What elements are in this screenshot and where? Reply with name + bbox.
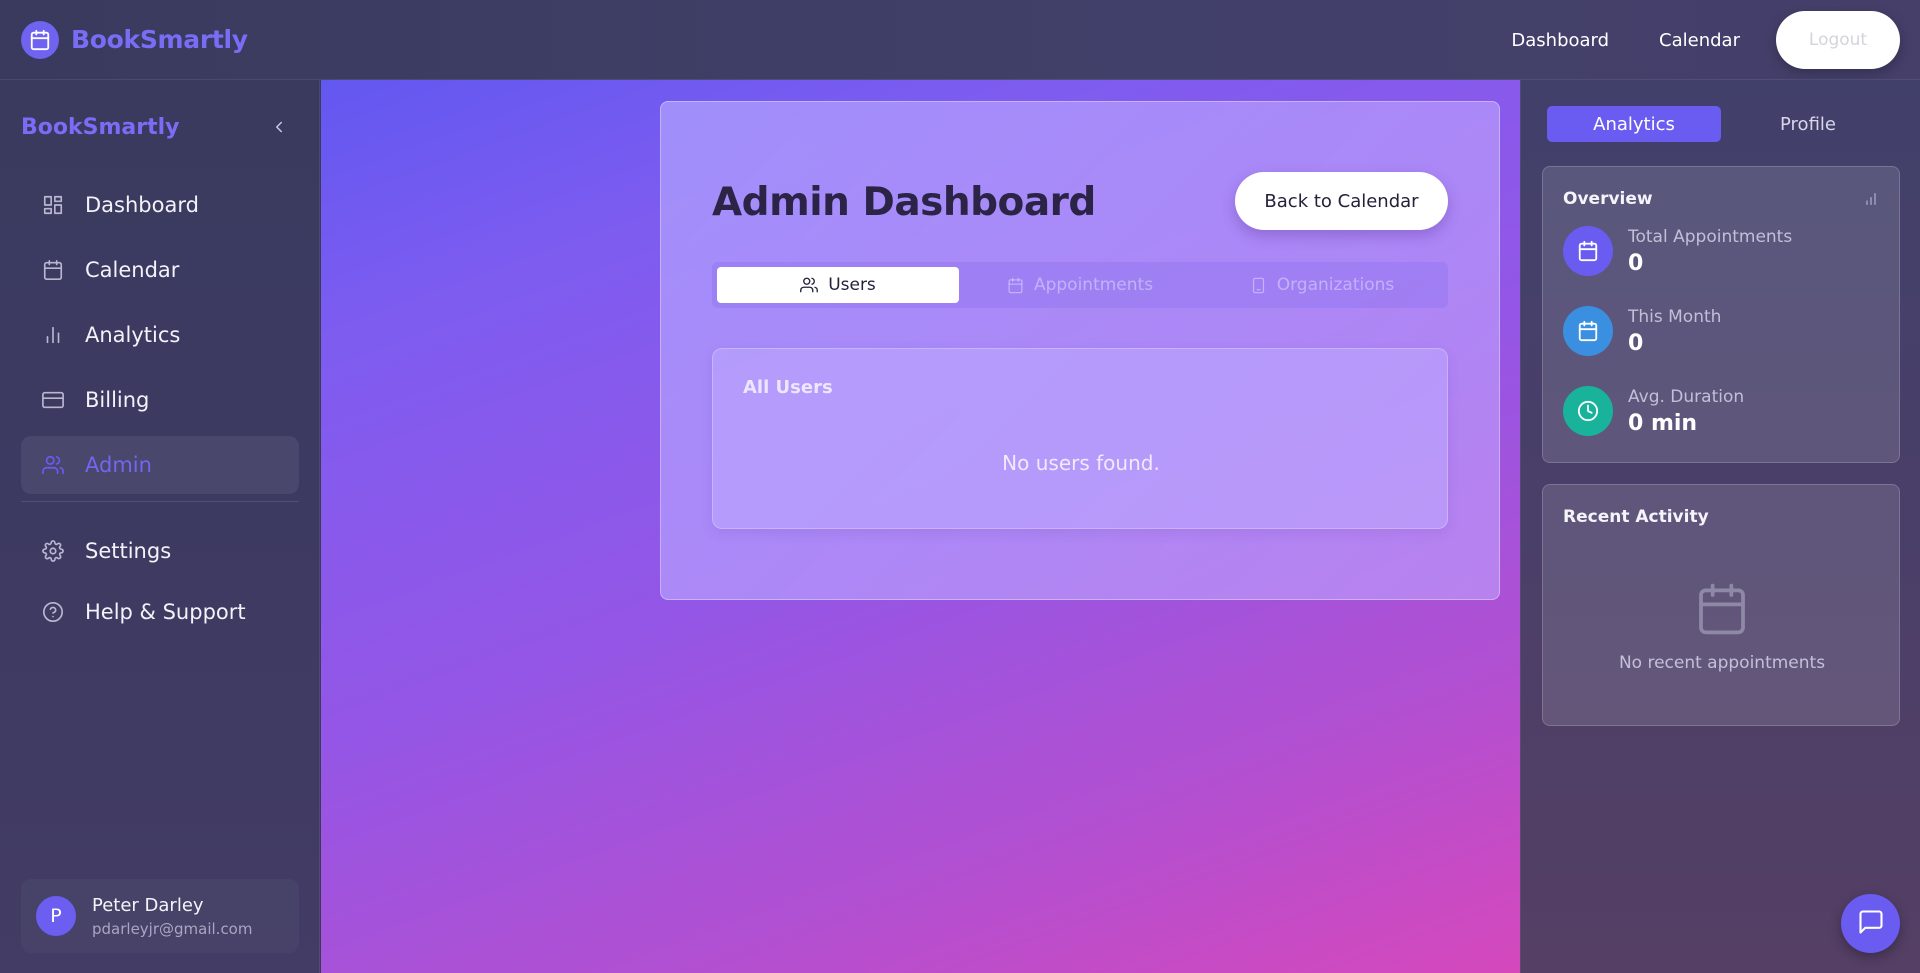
stat-text: This Month 0 — [1628, 307, 1721, 356]
stat-value: 0 min — [1628, 410, 1698, 436]
tab-label: Appointments — [1033, 275, 1154, 295]
sidebar-item-billing[interactable]: Billing — [21, 371, 299, 429]
dashboard-grid-icon — [40, 192, 66, 218]
sidebar-item-label: Help & Support — [85, 600, 246, 624]
brand-name: BookSmartly — [71, 25, 248, 54]
sidebar-divider — [21, 501, 299, 502]
right-panel-tabs: Analytics Profile — [1547, 106, 1895, 142]
chevron-left-icon[interactable] — [267, 115, 291, 139]
main-content: Admin Dashboard Back to Calendar Users A… — [321, 80, 1520, 973]
overview-title: Overview — [1563, 189, 1653, 209]
user-info: Peter Darley pdarleyjr@gmail.com — [92, 895, 252, 938]
gear-icon — [40, 538, 66, 564]
sidebar-item-label: Dashboard — [85, 193, 199, 217]
topnav-links: Dashboard Calendar Logout — [1511, 11, 1900, 69]
topnav-link-calendar[interactable]: Calendar — [1659, 30, 1740, 51]
stat-value: 0 — [1628, 330, 1644, 356]
calendar-icon — [1563, 306, 1613, 356]
sidebar-item-label: Billing — [85, 388, 150, 412]
stat-this-month: This Month 0 — [1563, 305, 1721, 357]
stat-avg-duration: Avg. Duration 0 min — [1563, 385, 1744, 437]
sidebar-item-help[interactable]: Help & Support — [21, 583, 299, 641]
user-email: pdarleyjr@gmail.com — [92, 919, 253, 938]
stat-label: Avg. Duration — [1628, 386, 1745, 407]
users-icon — [40, 452, 66, 478]
stat-value: 0 — [1628, 250, 1644, 276]
admin-tabs: Users Appointments Organizations — [712, 262, 1448, 308]
sidebar-item-dashboard[interactable]: Dashboard — [21, 176, 299, 234]
brand[interactable]: BookSmartly — [21, 20, 248, 59]
chat-button[interactable] — [1841, 894, 1900, 953]
sidebar-item-label: Admin — [85, 453, 152, 477]
sidebar: BookSmartly Dashboard Calendar Analytics… — [0, 80, 320, 973]
calendar-icon — [21, 20, 59, 59]
sidebar-item-analytics[interactable]: Analytics — [21, 306, 299, 364]
tab-analytics[interactable]: Analytics — [1547, 106, 1721, 142]
admin-dashboard-card: Admin Dashboard Back to Calendar Users A… — [660, 101, 1500, 600]
stat-text: Total Appointments 0 — [1628, 227, 1792, 276]
stat-total-appointments: Total Appointments 0 — [1563, 225, 1792, 277]
tab-profile[interactable]: Profile — [1721, 106, 1895, 142]
logout-button[interactable]: Logout — [1776, 11, 1900, 69]
avatar: P — [36, 896, 76, 936]
calendar-icon — [1007, 277, 1024, 294]
stat-text: Avg. Duration 0 min — [1628, 387, 1744, 436]
credit-card-icon — [40, 387, 66, 413]
sidebar-item-admin[interactable]: Admin — [21, 436, 299, 494]
tab-users[interactable]: Users — [717, 267, 959, 303]
calendar-icon — [1694, 581, 1750, 641]
sidebar-item-calendar[interactable]: Calendar — [21, 241, 299, 299]
sidebar-item-label: Settings — [85, 539, 172, 563]
page-title: Admin Dashboard — [712, 180, 1096, 225]
sidebar-item-label: Analytics — [85, 323, 181, 347]
recent-activity-title: Recent Activity — [1563, 507, 1709, 527]
tab-appointments[interactable]: Appointments — [959, 267, 1201, 303]
clock-icon — [1563, 386, 1613, 436]
right-panel: Analytics Profile Overview Total Appoint… — [1520, 80, 1920, 973]
back-to-calendar-button[interactable]: Back to Calendar — [1235, 172, 1448, 230]
users-card-title: All Users — [743, 377, 833, 398]
calendar-icon — [1563, 226, 1613, 276]
chat-bubble-icon — [1857, 908, 1885, 940]
bar-chart-icon — [40, 322, 66, 348]
users-list-card: All Users No users found. — [712, 348, 1448, 529]
sidebar-item-label: Calendar — [85, 258, 180, 282]
empty-state-message: No users found. — [1002, 451, 1160, 475]
top-navbar: BookSmartly Dashboard Calendar Logout — [0, 0, 1920, 80]
sidebar-title: BookSmartly — [21, 114, 180, 140]
stat-label: This Month — [1628, 306, 1722, 327]
bar-chart-icon — [1863, 191, 1879, 211]
overview-card: Overview Total Appointments 0 This Month… — [1542, 166, 1900, 463]
sidebar-header: BookSmartly — [21, 110, 291, 144]
building-icon — [1250, 277, 1267, 294]
tab-organizations[interactable]: Organizations — [1201, 267, 1443, 303]
help-circle-icon — [40, 599, 66, 625]
empty-state-message: No recent appointments — [1618, 653, 1826, 673]
tab-label: Users — [828, 275, 876, 295]
sidebar-item-settings[interactable]: Settings — [21, 522, 299, 580]
recent-activity-card: Recent Activity No recent appointments — [1542, 484, 1900, 726]
tab-label: Organizations — [1276, 275, 1395, 295]
users-icon — [800, 276, 819, 294]
calendar-icon — [40, 257, 66, 283]
user-name: Peter Darley — [92, 894, 204, 916]
topnav-link-dashboard[interactable]: Dashboard — [1511, 30, 1609, 51]
stat-label: Total Appointments — [1628, 226, 1793, 247]
user-card[interactable]: P Peter Darley pdarleyjr@gmail.com — [21, 879, 299, 953]
